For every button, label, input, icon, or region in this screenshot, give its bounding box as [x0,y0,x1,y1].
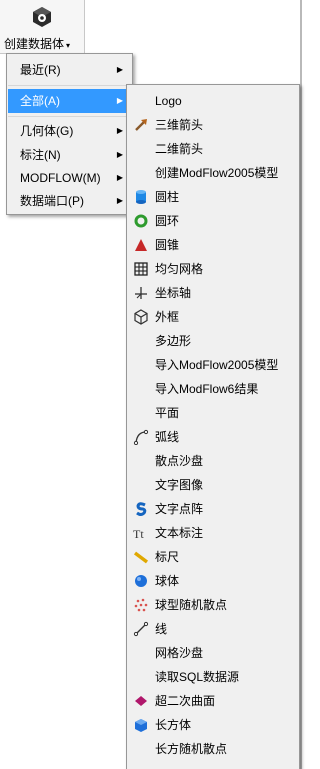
background-edge [300,0,302,769]
cone-icon [135,239,147,251]
menu-item-all[interactable]: 全部(A) ▶ [8,89,131,113]
arrow-3d-icon [135,119,147,131]
scatter-sphere-icon [134,598,148,612]
menu-item-arrow-3d[interactable]: 三维箭头 [129,114,297,136]
svg-text:Tt: Tt [133,527,144,541]
torus-icon [134,214,148,228]
cylinder-icon [136,190,146,204]
create-data-body-button[interactable]: 创建数据体 ▾ [0,0,85,54]
menu-item-polygon[interactable]: 多边形 [129,330,297,352]
all-submenu: Logo 三维箭头 二维箭头 创建ModFlow2005模型 圆柱 圆环 圆锥 [126,84,300,769]
menu-separator [8,85,131,86]
menu-item-text-lattice[interactable]: 文字点阵 [129,498,297,520]
menu-item-plane[interactable]: 平面 [129,402,297,424]
text-lattice-icon [136,502,147,516]
superquadric-icon [135,696,147,706]
primary-menu: 最近(R) ▶ 全部(A) ▶ 几何体(G) ▶ 标注(N) ▶ MODFLOW… [6,53,133,215]
menu-item-geometry[interactable]: 几何体(G) ▶ [8,119,131,143]
grid-icon [134,262,148,276]
submenu-arrow-icon: ▶ [116,126,123,135]
menu-item-ruler[interactable]: 标尺 [129,546,297,568]
menu-item-import-modflow6[interactable]: 导入ModFlow6结果 [129,378,297,400]
arc-icon [133,429,149,445]
menu-item-line[interactable]: 线 [129,618,297,640]
menu-item-arc[interactable]: 弧线 [129,426,297,448]
box-icon [135,719,147,732]
menu-item-recent[interactable]: 最近(R) ▶ [8,58,131,82]
submenu-arrow-icon: ▶ [116,173,123,182]
submenu-arrow-icon: ▶ [116,65,123,74]
dropdown-arrow-icon[interactable]: ▾ [66,41,70,50]
menu-item-modflow[interactable]: MODFLOW(M) ▶ [8,166,131,190]
menu-item-import-modflow2005[interactable]: 导入ModFlow2005模型 [129,354,297,376]
cube-gear-icon [33,7,51,27]
menu-item-create-modflow2005[interactable]: 创建ModFlow2005模型 [129,162,297,184]
menu-item-text-annotation[interactable]: Tt 文本标注 [129,522,297,544]
text-annotation-icon: Tt [133,527,144,541]
menu-item-annotation[interactable]: 标注(N) ▶ [8,143,131,167]
submenu-arrow-icon: ▶ [116,196,123,205]
menu-item-data-port[interactable]: 数据端口(P) ▶ [8,189,131,213]
menu-item-axes[interactable]: 坐标轴 [129,282,297,304]
menu-item-scatter-sandbox[interactable]: 散点沙盘 [129,450,297,472]
menu-separator [8,116,131,117]
submenu-arrow-icon: ▶ [116,150,123,159]
menu-item-logo[interactable]: Logo [129,90,297,112]
bounding-box-icon [134,309,148,325]
menu-item-scatter-sphere[interactable]: 球型随机散点 [129,594,297,616]
menu-item-bounding-box[interactable]: 外框 [129,306,297,328]
line-icon [133,621,149,637]
menu-item-cylinder[interactable]: 圆柱 [129,186,297,208]
menu-item-cone[interactable]: 圆锥 [129,234,297,256]
menu-item-sphere[interactable]: 球体 [129,570,297,592]
menu-item-box[interactable]: 长方体 [129,714,297,736]
submenu-arrow-icon: ▶ [116,96,123,105]
menu-item-box-scatter[interactable]: 长方随机散点 [129,738,297,760]
menu-item-text-image[interactable]: 文字图像 [129,474,297,496]
menu-item-grid-sandbox[interactable]: 网格沙盘 [129,642,297,664]
ruler-icon [133,551,149,564]
menu-item-arrow-2d[interactable]: 二维箭头 [129,138,297,160]
sphere-icon [135,575,147,587]
create-data-body-label: 创建数据体 [4,37,65,51]
axes-icon [135,287,147,299]
menu-item-torus[interactable]: 圆环 [129,210,297,232]
menu-item-superquadric[interactable]: 超二次曲面 [129,690,297,712]
menu-item-uniform-grid[interactable]: 均匀网格 [129,258,297,280]
menu-item-read-sql[interactable]: 读取SQL数据源 [129,666,297,688]
